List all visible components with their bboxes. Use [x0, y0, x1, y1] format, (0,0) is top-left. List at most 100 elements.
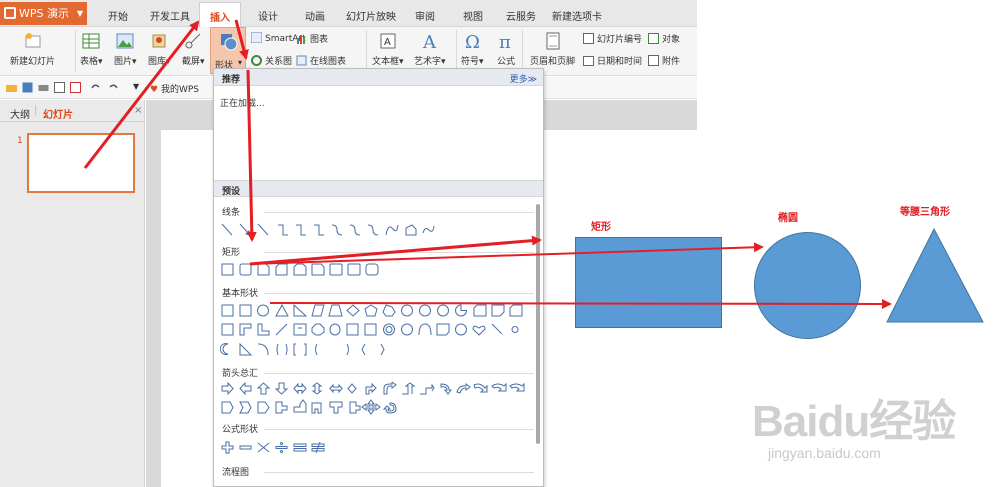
tab-new[interactable]: 新建选项卡 [552, 8, 602, 23]
print-icon[interactable] [38, 82, 49, 93]
textbox-button[interactable]: A 文本框▾ [372, 31, 404, 67]
tab-insert[interactable]: 插入 [199, 2, 241, 27]
tab-design[interactable]: 设计 [258, 8, 278, 23]
chevron-down-icon[interactable]: ▼ [133, 82, 139, 91]
object-label: 对象 [662, 35, 681, 45]
tab-slideshow[interactable]: 幻灯片放映 [346, 8, 396, 23]
rectangles-row[interactable] [220, 263, 390, 277]
basic-shapes-grid[interactable] [220, 304, 540, 364]
category-lines: 线条 [222, 208, 241, 218]
isosceles-triangle-shape[interactable] [886, 228, 986, 324]
object-icon [648, 33, 659, 44]
tab-animation[interactable]: 动画 [305, 8, 325, 23]
tab-divider: | [34, 105, 38, 116]
tab-cloud[interactable]: 云服务 [506, 8, 536, 23]
attachment-icon [648, 55, 659, 66]
lines-row[interactable] [220, 223, 440, 237]
online-chart-button[interactable]: 在线图表 [296, 54, 346, 67]
mywps-link[interactable]: ♥ 我的WPS [150, 82, 199, 95]
formula-button[interactable]: π 公式 [496, 31, 516, 67]
tab-outline[interactable]: 大纲 [10, 106, 30, 121]
gallery-button[interactable]: 图库▾ [148, 31, 171, 67]
save-icon[interactable] [22, 82, 33, 93]
divider [264, 252, 534, 253]
open-folder-icon[interactable] [6, 82, 17, 93]
svg-text:Ω: Ω [465, 32, 480, 51]
attachment-label: 附件 [662, 57, 681, 67]
relation-icon [251, 55, 262, 66]
wordart-button[interactable]: A 艺术字▾ [414, 31, 446, 67]
chevron-down-icon: ▾ [238, 58, 243, 67]
textbox-icon: A [380, 33, 396, 49]
new-slide-icon [25, 33, 40, 48]
redo-icon[interactable] [108, 82, 119, 93]
object-button[interactable]: 对象 [648, 32, 680, 45]
gallery-label: 图库 [148, 57, 167, 67]
equation-shapes-row[interactable] [220, 441, 340, 455]
new-slide-button[interactable]: 新建幻灯片 [10, 31, 55, 67]
divider [264, 212, 534, 213]
new-slide-label: 新建幻灯片 [10, 57, 56, 67]
tab-developer[interactable]: 开发工具 [150, 8, 190, 23]
slide-number-button[interactable]: 幻灯片编号 [583, 32, 642, 45]
header-footer-button[interactable]: 页眉和页脚 [530, 31, 575, 67]
divider [264, 293, 534, 294]
category-arrows: 箭头总汇 [222, 369, 259, 379]
ribbon-divider [522, 30, 523, 72]
tab-view[interactable]: 视图 [463, 8, 483, 23]
symbol-button[interactable]: Ω 符号▾ [461, 31, 484, 67]
export-pdf-icon[interactable] [70, 82, 81, 93]
tab-review[interactable]: 审阅 [415, 8, 435, 23]
arrows-grid[interactable] [220, 382, 540, 416]
shape-button[interactable]: 形状 ▾ [210, 27, 246, 74]
chart-icon [297, 35, 305, 44]
close-icon[interactable]: × [134, 105, 142, 116]
date-time-button[interactable]: 日期和时间 [583, 54, 642, 67]
print-preview-icon[interactable] [54, 82, 65, 93]
date-time-label: 日期和时间 [597, 57, 643, 67]
svg-text:A: A [422, 32, 437, 51]
scissors-icon [185, 33, 201, 49]
picture-button[interactable]: 图片▾ [114, 31, 137, 67]
slide-thumbnail[interactable] [27, 133, 135, 193]
rectangle-annotation-label: 矩形 [591, 222, 611, 233]
online-chart-icon [296, 55, 307, 66]
wordart-label: 艺术字 [414, 57, 442, 67]
recommended-title: 推荐 [222, 75, 241, 85]
smartart-icon [251, 32, 262, 43]
recommended-header: 推荐 更多≫ [214, 69, 543, 86]
wordart-icon: A [422, 32, 437, 51]
ellipse-annotation-label: 椭圆 [778, 213, 798, 224]
ellipse-shape[interactable] [754, 232, 861, 339]
attachment-button[interactable]: 附件 [648, 54, 680, 67]
picture-icon [116, 33, 134, 49]
undo-icon[interactable] [90, 82, 101, 93]
mywps-label: 我的WPS [160, 85, 199, 95]
panel-tabs: 大纲 | 幻灯片 × [0, 100, 144, 122]
gallery-icon [152, 34, 166, 48]
slide-panel: 大纲 | 幻灯片 × 1 [0, 100, 145, 487]
online-chart-label: 在线图表 [310, 57, 347, 67]
tab-home[interactable]: 开始 [108, 8, 128, 23]
tab-slides[interactable]: 幻灯片 [43, 106, 73, 121]
loading-text: 正在加载... [220, 99, 265, 109]
triangle-annotation-label: 等腰三角形 [900, 207, 950, 218]
relation-button[interactable]: 关系图 [251, 54, 292, 67]
wps-app-button[interactable]: WPS 演示 ▼ [0, 2, 87, 25]
wps-logo-icon [4, 7, 16, 19]
slide-number-label: 幻灯片编号 [597, 35, 643, 45]
dropdown-scrollbar[interactable] [536, 204, 540, 444]
category-rectangles: 矩形 [222, 248, 241, 258]
rectangle-shape[interactable] [575, 237, 722, 328]
divider [264, 429, 534, 430]
more-link[interactable]: 更多≫ [510, 72, 537, 85]
category-basic-shapes: 基本形状 [222, 289, 259, 299]
chevron-down-icon: ▼ [76, 9, 83, 18]
screenshot-button[interactable]: 截屏▾ [182, 31, 205, 67]
svg-text:A: A [384, 37, 391, 48]
category-flowchart: 流程图 [222, 468, 250, 478]
table-label: 表格 [80, 57, 99, 67]
table-button[interactable]: 表格▾ [80, 31, 103, 67]
symbol-label: 符号 [461, 57, 480, 67]
chart-button[interactable]: 图表 [296, 32, 328, 45]
